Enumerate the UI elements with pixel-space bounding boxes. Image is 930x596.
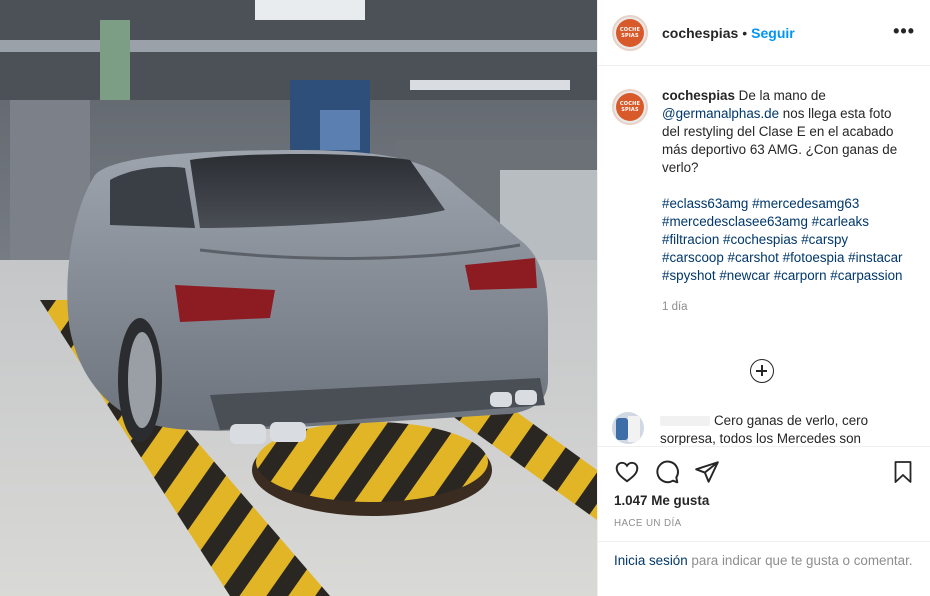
login-prompt: Inicia sesión para indicar que te gusta … bbox=[598, 541, 930, 596]
follow-button[interactable]: Seguir bbox=[751, 25, 795, 41]
commenter-avatar[interactable] bbox=[612, 412, 644, 444]
caption-username[interactable]: cochespias bbox=[662, 88, 735, 103]
hashtag-link[interactable]: #carporn bbox=[774, 268, 827, 283]
commenter-username-blurred bbox=[660, 416, 710, 427]
hashtag-link[interactable]: #eclass63amg bbox=[662, 196, 748, 211]
hashtag-link[interactable]: #carspy bbox=[801, 232, 848, 247]
paper-plane-icon[interactable] bbox=[694, 459, 720, 485]
action-icons bbox=[614, 459, 734, 485]
header-username[interactable]: cochespias bbox=[662, 25, 738, 41]
bookmark-icon[interactable] bbox=[891, 459, 915, 485]
load-more-comments-icon[interactable] bbox=[750, 359, 774, 383]
hashtag-list: #eclass63amg #mercedesamg63 #mercedescla… bbox=[662, 195, 908, 285]
hashtag-link[interactable]: #newcar bbox=[719, 268, 770, 283]
caption-mention-link[interactable]: @germanalphas.de bbox=[662, 106, 779, 121]
post-photo[interactable] bbox=[0, 0, 597, 596]
hashtag-link[interactable]: #instacar bbox=[848, 250, 902, 265]
comment-body: Cero ganas de verlo, cero sorpresa, todo… bbox=[660, 412, 910, 445]
caption-text-before: De la mano de bbox=[734, 88, 826, 103]
post-header: COCHE SPIAS cochespias • Seguir ••• bbox=[598, 0, 930, 66]
profile-avatar[interactable]: COCHE SPIAS bbox=[612, 14, 648, 51]
caption-body: cochespias De la mano de @germanalphas.d… bbox=[662, 87, 908, 316]
hashtag-link[interactable]: #carscoop bbox=[662, 250, 724, 265]
comment-icon[interactable] bbox=[654, 459, 680, 485]
login-link[interactable]: Inicia sesión bbox=[614, 553, 688, 568]
hashtag-link[interactable]: #filtracion bbox=[662, 232, 719, 247]
post-timestamp: HACE UN DÍA bbox=[614, 518, 682, 529]
caption: COCHE SPIAS cochespias De la mano de @ge… bbox=[612, 87, 924, 316]
hashtag-link[interactable]: #spyshot bbox=[662, 268, 716, 283]
hashtag-link[interactable]: #fotoespia bbox=[783, 250, 845, 265]
comment-item: Cero ganas de verlo, cero sorpresa, todo… bbox=[612, 412, 924, 445]
caption-time: 1 día bbox=[662, 301, 688, 313]
caption-text: cochespias De la mano de @germanalphas.d… bbox=[662, 87, 908, 177]
avatar-logo-text: COCHE SPIAS bbox=[616, 18, 644, 47]
caption-avatar[interactable]: COCHE SPIAS bbox=[612, 89, 648, 125]
hashtag-link[interactable]: #carpassion bbox=[830, 268, 902, 283]
heart-icon[interactable] bbox=[614, 459, 640, 485]
separator-dot: • bbox=[742, 24, 748, 41]
post-side-panel: COCHE SPIAS cochespias • Seguir ••• COCH… bbox=[597, 0, 930, 596]
comments-section[interactable]: COCHE SPIAS cochespias De la mano de @ge… bbox=[598, 67, 930, 445]
car-photo-illustration bbox=[0, 0, 597, 596]
login-prompt-text: para indicar que te gusta o comentar. bbox=[687, 553, 913, 568]
hashtag-link[interactable]: #carleaks bbox=[812, 214, 869, 229]
more-options-icon[interactable]: ••• bbox=[893, 22, 915, 40]
avatar-logo-text: COCHE SPIAS bbox=[616, 93, 644, 121]
likes-count[interactable]: 1.047 Me gusta bbox=[614, 493, 709, 508]
hashtag-link[interactable]: #carshot bbox=[728, 250, 779, 265]
post-actions: 1.047 Me gusta HACE UN DÍA Inicia sesión… bbox=[598, 446, 930, 596]
hashtag-link[interactable]: #mercedesamg63 bbox=[752, 196, 859, 211]
hashtag-link[interactable]: #mercedesclasee63amg bbox=[662, 214, 808, 229]
hashtag-link[interactable]: #cochespias bbox=[723, 232, 797, 247]
